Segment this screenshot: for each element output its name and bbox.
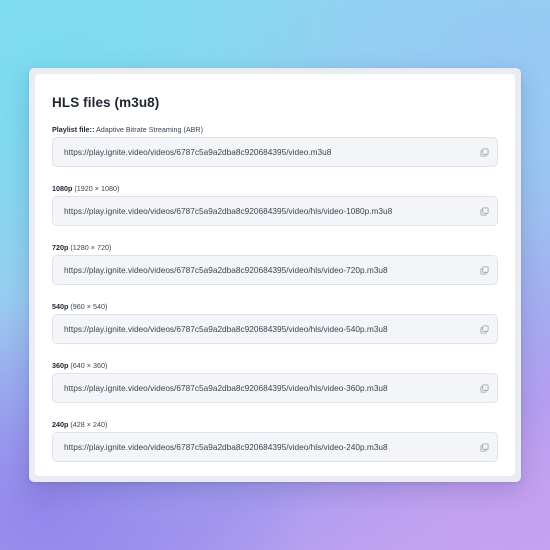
field-label-detail: (960 × 540)	[70, 302, 108, 311]
field-label-detail: (640 × 360)	[70, 361, 108, 370]
card-frame: HLS files (m3u8) Playlist file:: Adaptiv…	[29, 68, 521, 482]
field-group-720p: 720p (1280 × 720) https://play.ignite.vi…	[52, 243, 498, 285]
field-label: 360p (640 × 360)	[52, 361, 498, 371]
field-label-detail: (428 × 240)	[70, 420, 108, 429]
copy-icon[interactable]	[480, 266, 489, 275]
field-label: 540p (960 × 540)	[52, 302, 498, 312]
field-label-name: 1080p	[52, 184, 73, 193]
url-value[interactable]: https://play.ignite.video/videos/6787c5a…	[64, 433, 388, 461]
url-field-540p[interactable]: https://play.ignite.video/videos/6787c5a…	[52, 314, 498, 344]
field-label-name: 720p	[52, 243, 69, 252]
field-group-240p: 240p (428 × 240) https://play.ignite.vid…	[52, 420, 498, 462]
copy-icon[interactable]	[480, 384, 489, 393]
field-label-name: 240p	[52, 420, 69, 429]
hls-files-card: HLS files (m3u8) Playlist file:: Adaptiv…	[35, 74, 515, 476]
card-title: HLS files (m3u8)	[52, 95, 160, 110]
url-value[interactable]: https://play.ignite.video/videos/6787c5a…	[64, 138, 331, 166]
field-label-name: Playlist file::	[52, 125, 95, 134]
field-group-playlist: Playlist file:: Adaptive Bitrate Streami…	[52, 125, 498, 167]
field-group-360p: 360p (640 × 360) https://play.ignite.vid…	[52, 361, 498, 403]
field-label: 1080p (1920 × 1080)	[52, 184, 498, 194]
url-value[interactable]: https://play.ignite.video/videos/6787c5a…	[64, 256, 388, 284]
field-label-detail: (1280 × 720)	[70, 243, 112, 252]
copy-icon[interactable]	[480, 443, 489, 452]
copy-icon[interactable]	[480, 148, 489, 157]
field-group-540p: 540p (960 × 540) https://play.ignite.vid…	[52, 302, 498, 344]
url-value[interactable]: https://play.ignite.video/videos/6787c5a…	[64, 197, 392, 225]
url-value[interactable]: https://play.ignite.video/videos/6787c5a…	[64, 315, 388, 343]
url-field-720p[interactable]: https://play.ignite.video/videos/6787c5a…	[52, 255, 498, 285]
field-label: 720p (1280 × 720)	[52, 243, 498, 253]
field-group-1080p: 1080p (1920 × 1080) https://play.ignite.…	[52, 184, 498, 226]
url-field-360p[interactable]: https://play.ignite.video/videos/6787c5a…	[52, 373, 498, 403]
url-field-playlist[interactable]: https://play.ignite.video/videos/6787c5a…	[52, 137, 498, 167]
url-field-240p[interactable]: https://play.ignite.video/videos/6787c5a…	[52, 432, 498, 462]
url-value[interactable]: https://play.ignite.video/videos/6787c5a…	[64, 374, 388, 402]
field-label-name: 360p	[52, 361, 69, 370]
copy-icon[interactable]	[480, 207, 489, 216]
field-label: 240p (428 × 240)	[52, 420, 498, 430]
copy-icon[interactable]	[480, 325, 489, 334]
url-field-1080p[interactable]: https://play.ignite.video/videos/6787c5a…	[52, 196, 498, 226]
field-label-detail: (1920 × 1080)	[74, 184, 120, 193]
field-label-name: 540p	[52, 302, 69, 311]
field-label-detail: Adaptive Bitrate Streaming (ABR)	[95, 125, 204, 134]
field-label: Playlist file:: Adaptive Bitrate Streami…	[52, 125, 498, 135]
